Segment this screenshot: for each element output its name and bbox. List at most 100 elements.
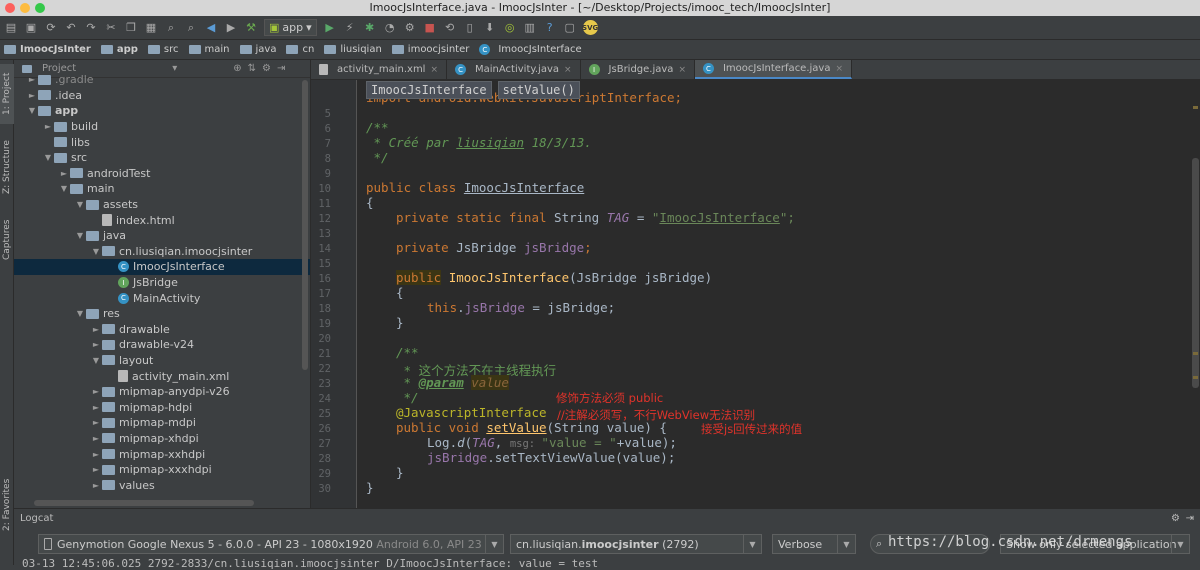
tree-item[interactable]: ► drawable [14,322,310,338]
collapsed-arrow-icon[interactable]: ► [90,450,102,459]
code-breadcrumb-class[interactable]: ImoocJsInterface [366,81,492,99]
tree-item[interactable]: ► .gradle [14,72,310,88]
back-icon[interactable]: ↶ [64,21,78,35]
expanded-arrow-icon[interactable]: ▼ [42,153,54,162]
editor-tab[interactable]: C ImoocJsInterface.java × [694,60,853,79]
error-stripe-mark[interactable] [1193,352,1198,355]
logcat-title[interactable]: Logcat [20,513,53,524]
tree-item[interactable]: ▼ assets [14,197,310,213]
replace-icon[interactable]: ⌕ [184,21,198,35]
debug-icon[interactable]: ✱ [363,21,377,35]
tree-item[interactable]: ▼ src [14,150,310,166]
tab-project[interactable]: 1: Project [0,64,14,124]
tree-item[interactable]: ▼ java [14,228,310,244]
expanded-arrow-icon[interactable]: ▼ [74,231,86,240]
profile-icon[interactable]: ◔ [383,21,397,35]
find-icon[interactable]: ⌕ [164,21,178,35]
paste-icon[interactable]: ▦ [144,21,158,35]
error-stripe-mark[interactable] [1193,106,1198,109]
tree-item[interactable]: index.html [14,212,310,228]
tree-item[interactable]: ▼ layout [14,353,310,369]
svg-plugin-icon[interactable]: SVG [582,20,598,35]
copy-icon[interactable]: ❐ [124,21,138,35]
collapsed-arrow-icon[interactable]: ► [42,122,54,131]
tree-item[interactable]: ► build [14,119,310,135]
breadcrumb-6[interactable]: liusiqian [324,44,382,55]
terminal-icon[interactable]: ▢ [563,21,577,35]
cut-icon[interactable]: ✂ [104,21,118,35]
maximize-window-icon[interactable] [35,3,45,13]
tree-item[interactable]: ► mipmap-hdpi [14,399,310,415]
tab-structure[interactable]: Z: Structure [0,132,14,202]
expanded-arrow-icon[interactable]: ▼ [26,106,38,115]
breadcrumb-7[interactable]: imoocjsinter [391,44,469,55]
collapsed-arrow-icon[interactable]: ► [26,91,38,100]
tree-item[interactable]: activity_main.xml [14,368,310,384]
collapsed-arrow-icon[interactable]: ► [90,481,102,490]
log-level-select[interactable]: Verbose ▼ [772,534,856,554]
breadcrumb-3[interactable]: main [188,44,230,55]
breadcrumb-2[interactable]: src [147,44,179,55]
save-icon[interactable]: ▣ [24,21,38,35]
expanded-arrow-icon[interactable]: ▼ [90,356,102,365]
collapsed-arrow-icon[interactable]: ► [90,465,102,474]
expanded-arrow-icon[interactable]: ▼ [74,309,86,318]
code-area[interactable]: import android.webkit.JavascriptInterfac… [366,80,1186,508]
tree-item[interactable]: ▼ main [14,181,310,197]
collapsed-arrow-icon[interactable]: ► [90,418,102,427]
expanded-arrow-icon[interactable]: ▼ [90,247,102,256]
attach-debugger-icon[interactable]: ⚙ [403,21,417,35]
apply-changes-icon[interactable]: ⚡ [343,21,357,35]
tree-item[interactable]: ► values [14,477,310,493]
tab-captures[interactable]: Captures [0,210,14,270]
collapsed-arrow-icon[interactable]: ► [58,169,70,178]
breadcrumb-8[interactable]: C ImoocJsInterface [479,44,582,55]
expanded-arrow-icon[interactable]: ▼ [74,200,86,209]
avd-manager-icon[interactable]: ▯ [463,21,477,35]
run-config-select[interactable]: ▣ app ▾ [264,19,317,36]
close-tab-icon[interactable]: × [678,65,686,75]
tree-item[interactable]: ► drawable-v24 [14,337,310,353]
open-icon[interactable]: ▤ [4,21,18,35]
sdk-manager-icon[interactable]: ⬇ [483,21,497,35]
tree-item[interactable]: ▼ cn.liusiqian.imoocjsinter [14,244,310,260]
tree-item[interactable]: ► mipmap-xxhdpi [14,446,310,462]
breadcrumb-4[interactable]: java [239,44,276,55]
close-tab-icon[interactable]: × [564,65,572,75]
tree-item[interactable]: ► mipmap-anydpi-v26 [14,384,310,400]
close-tab-icon[interactable]: × [430,65,438,75]
breadcrumb-5[interactable]: cn [286,44,314,55]
expanded-arrow-icon[interactable]: ▼ [58,184,70,193]
tree-item[interactable]: ► mipmap-xhdpi [14,431,310,447]
tree-item[interactable]: ► mipmap-xxxhdpi [14,462,310,478]
tree-item[interactable]: I JsBridge [14,275,310,291]
breadcrumb-1[interactable]: app [100,44,138,55]
gradle-sync-icon[interactable]: ⟲ [443,21,457,35]
hide-panel-icon[interactable]: ⇥ [1186,513,1194,524]
collapsed-arrow-icon[interactable]: ► [90,325,102,334]
run-icon[interactable]: ▶ [323,21,337,35]
error-stripe-mark[interactable] [1193,376,1198,379]
settings-gear-icon[interactable]: ⚙ [1171,513,1180,524]
tree-item[interactable]: ► mipmap-mdpi [14,415,310,431]
nav-forward-icon[interactable]: ▶ [224,21,238,35]
close-tab-icon[interactable]: × [835,64,843,74]
code-editor[interactable]: 5 6 7 8 9 10 11 12 13 14 15 16 17 18 19 20 21 22 23 24 25 26 2… [311,80,1200,508]
collapsed-arrow-icon[interactable]: ► [90,387,102,396]
sync-icon[interactable]: ⟳ [44,21,58,35]
device-monitor-icon[interactable]: ◎ [503,21,517,35]
editor-tab[interactable]: activity_main.xml × [311,60,448,79]
tree-item[interactable]: libs [14,134,310,150]
help-icon[interactable]: ? [543,21,557,35]
tab-favorites[interactable]: 2: Favorites [0,470,14,540]
editor-tab[interactable]: I JsBridge.java × [581,60,695,79]
collapsed-arrow-icon[interactable]: ► [90,340,102,349]
layout-inspector-icon[interactable]: ▥ [523,21,537,35]
tree-item[interactable]: C MainActivity [14,290,310,306]
minimize-window-icon[interactable] [20,3,30,13]
forward-icon[interactable]: ↷ [84,21,98,35]
tree-horizontal-scrollbar[interactable] [34,500,254,506]
tree-item[interactable]: ► androidTest [14,166,310,182]
device-select[interactable]: Genymotion Google Nexus 5 - 6.0.0 - API … [38,534,504,554]
editor-tab[interactable]: C MainActivity.java × [447,60,581,79]
